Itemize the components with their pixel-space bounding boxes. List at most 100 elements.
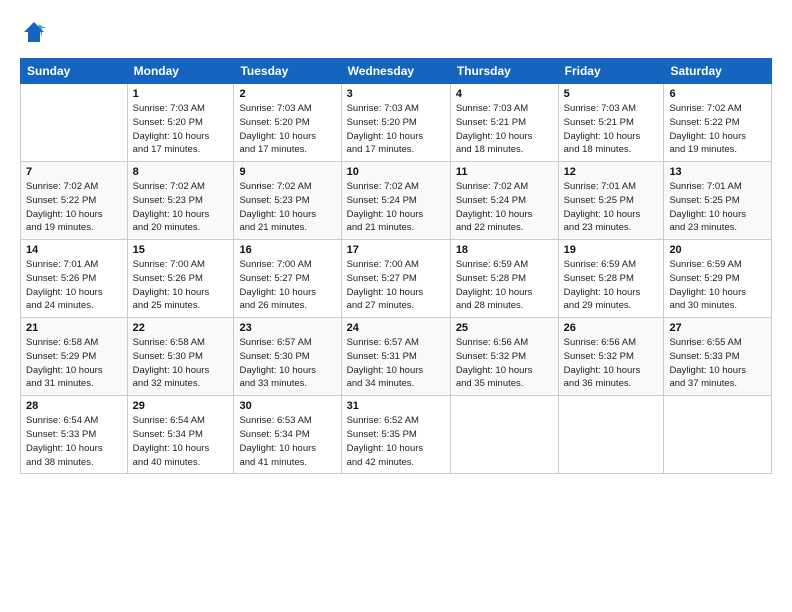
calendar-cell: 8 Sunrise: 7:02 AMSunset: 5:23 PMDaylight…: [127, 162, 234, 240]
day-info: Sunrise: 6:54 AMSunset: 5:33 PMDaylight:…: [26, 414, 122, 469]
day-number: 25: [456, 322, 553, 334]
day-info: Sunrise: 7:02 AMSunset: 5:22 PMDaylight:…: [26, 180, 122, 235]
calendar-cell: 17Sunrise: 7:00 AMSunset: 5:27 PMDayligh…: [341, 240, 450, 318]
day-number: 12: [564, 166, 659, 178]
calendar-cell: 31 Sunrise: 6:52 AMSunset: 5:35 PMDayligh…: [341, 396, 450, 474]
day-number: 14: [26, 244, 122, 256]
day-info: Sunrise: 6:55 AMSunset: 5:33 PMDaylight:…: [669, 336, 766, 391]
day-number: 30: [239, 400, 335, 412]
day-info: Sunrise: 7:03 AMSunset: 5:20 PMDaylight:…: [347, 102, 445, 157]
day-info: Sunrise: 7:02 AMSunset: 5:24 PMDaylight:…: [347, 180, 445, 235]
day-number: 13: [669, 166, 766, 178]
day-number: 4: [456, 88, 553, 100]
calendar-cell: 6Sunrise: 7:02 AMSunset: 5:22 PMDaylight…: [664, 84, 772, 162]
day-info: Sunrise: 7:03 AMSunset: 5:20 PMDaylight:…: [133, 102, 229, 157]
day-info: Sunrise: 7:03 AMSunset: 5:21 PMDaylight:…: [564, 102, 659, 157]
day-number: 24: [347, 322, 445, 334]
calendar-cell: 12 Sunrise: 7:01 AMSunset: 5:25 PMDayligh…: [558, 162, 664, 240]
calendar-week-row: 21Sunrise: 6:58 AMSunset: 5:29 PMDayligh…: [21, 318, 772, 396]
day-number: 15: [133, 244, 229, 256]
day-number: 11: [456, 166, 553, 178]
calendar-cell: 13 Sunrise: 7:01 AMSunset: 5:25 PMDayligh…: [664, 162, 772, 240]
day-number: 19: [564, 244, 659, 256]
day-info: Sunrise: 7:01 AMSunset: 5:25 PMDaylight:…: [564, 180, 659, 235]
day-number: 8: [133, 166, 229, 178]
day-info: Sunrise: 6:59 AMSunset: 5:28 PMDaylight:…: [564, 258, 659, 313]
calendar-cell: 15 Sunrise: 7:00 AMSunset: 5:26 PMDayligh…: [127, 240, 234, 318]
day-number: 18: [456, 244, 553, 256]
calendar-cell: [558, 396, 664, 474]
day-info: Sunrise: 7:00 AMSunset: 5:27 PMDaylight:…: [239, 258, 335, 313]
calendar-cell: 26Sunrise: 6:56 AMSunset: 5:32 PMDayligh…: [558, 318, 664, 396]
calendar-cell: 28 Sunrise: 6:54 AMSunset: 5:33 PMDayligh…: [21, 396, 128, 474]
day-info: Sunrise: 6:59 AMSunset: 5:28 PMDaylight:…: [456, 258, 553, 313]
calendar-cell: 29 Sunrise: 6:54 AMSunset: 5:34 PMDayligh…: [127, 396, 234, 474]
weekday-header-tuesday: Tuesday: [234, 59, 341, 84]
logo: [20, 18, 50, 46]
day-info: Sunrise: 7:00 AMSunset: 5:26 PMDaylight:…: [133, 258, 229, 313]
calendar-cell: 7 Sunrise: 7:02 AMSunset: 5:22 PMDaylight…: [21, 162, 128, 240]
weekday-header-row: SundayMondayTuesdayWednesdayThursdayFrid…: [21, 59, 772, 84]
day-info: Sunrise: 6:57 AMSunset: 5:30 PMDaylight:…: [239, 336, 335, 391]
calendar-cell: [664, 396, 772, 474]
day-info: Sunrise: 6:52 AMSunset: 5:35 PMDaylight:…: [347, 414, 445, 469]
calendar-cell: 11 Sunrise: 7:02 AMSunset: 5:24 PMDayligh…: [450, 162, 558, 240]
header: [20, 18, 772, 46]
day-number: 2: [239, 88, 335, 100]
day-info: Sunrise: 6:53 AMSunset: 5:34 PMDaylight:…: [239, 414, 335, 469]
day-info: Sunrise: 7:03 AMSunset: 5:20 PMDaylight:…: [239, 102, 335, 157]
calendar-cell: 25Sunrise: 6:56 AMSunset: 5:32 PMDayligh…: [450, 318, 558, 396]
calendar-cell: 20Sunrise: 6:59 AMSunset: 5:29 PMDayligh…: [664, 240, 772, 318]
day-info: Sunrise: 6:59 AMSunset: 5:29 PMDaylight:…: [669, 258, 766, 313]
day-number: 7: [26, 166, 122, 178]
day-info: Sunrise: 7:01 AMSunset: 5:26 PMDaylight:…: [26, 258, 122, 313]
calendar-cell: 24Sunrise: 6:57 AMSunset: 5:31 PMDayligh…: [341, 318, 450, 396]
day-number: 22: [133, 322, 229, 334]
calendar-cell: [450, 396, 558, 474]
day-info: Sunrise: 6:58 AMSunset: 5:30 PMDaylight:…: [133, 336, 229, 391]
calendar-cell: 4Sunrise: 7:03 AMSunset: 5:21 PMDaylight…: [450, 84, 558, 162]
calendar-cell: 22 Sunrise: 6:58 AMSunset: 5:30 PMDayligh…: [127, 318, 234, 396]
day-info: Sunrise: 7:02 AMSunset: 5:23 PMDaylight:…: [133, 180, 229, 235]
calendar-week-row: 7 Sunrise: 7:02 AMSunset: 5:22 PMDaylight…: [21, 162, 772, 240]
calendar-cell: 10 Sunrise: 7:02 AMSunset: 5:24 PMDayligh…: [341, 162, 450, 240]
day-info: Sunrise: 7:02 AMSunset: 5:24 PMDaylight:…: [456, 180, 553, 235]
calendar-week-row: 1 Sunrise: 7:03 AMSunset: 5:20 PMDaylight…: [21, 84, 772, 162]
weekday-header-saturday: Saturday: [664, 59, 772, 84]
calendar-cell: 5 Sunrise: 7:03 AMSunset: 5:21 PMDaylight…: [558, 84, 664, 162]
day-info: Sunrise: 7:00 AMSunset: 5:27 PMDaylight:…: [347, 258, 445, 313]
calendar-cell: 21Sunrise: 6:58 AMSunset: 5:29 PMDayligh…: [21, 318, 128, 396]
day-number: 1: [133, 88, 229, 100]
day-info: Sunrise: 7:02 AMSunset: 5:22 PMDaylight:…: [669, 102, 766, 157]
calendar-cell: [21, 84, 128, 162]
logo-icon: [20, 18, 48, 46]
page: SundayMondayTuesdayWednesdayThursdayFrid…: [0, 0, 792, 484]
day-number: 5: [564, 88, 659, 100]
day-info: Sunrise: 7:01 AMSunset: 5:25 PMDaylight:…: [669, 180, 766, 235]
day-number: 16: [239, 244, 335, 256]
calendar-cell: 19 Sunrise: 6:59 AMSunset: 5:28 PMDayligh…: [558, 240, 664, 318]
weekday-header-sunday: Sunday: [21, 59, 128, 84]
calendar-cell: 30 Sunrise: 6:53 AMSunset: 5:34 PMDayligh…: [234, 396, 341, 474]
day-info: Sunrise: 6:54 AMSunset: 5:34 PMDaylight:…: [133, 414, 229, 469]
calendar-week-row: 14 Sunrise: 7:01 AMSunset: 5:26 PMDayligh…: [21, 240, 772, 318]
weekday-header-wednesday: Wednesday: [341, 59, 450, 84]
day-number: 29: [133, 400, 229, 412]
calendar-cell: 3 Sunrise: 7:03 AMSunset: 5:20 PMDaylight…: [341, 84, 450, 162]
day-number: 3: [347, 88, 445, 100]
day-number: 27: [669, 322, 766, 334]
calendar-cell: 14 Sunrise: 7:01 AMSunset: 5:26 PMDayligh…: [21, 240, 128, 318]
calendar-cell: 27 Sunrise: 6:55 AMSunset: 5:33 PMDayligh…: [664, 318, 772, 396]
day-number: 28: [26, 400, 122, 412]
weekday-header-monday: Monday: [127, 59, 234, 84]
day-number: 31: [347, 400, 445, 412]
calendar-cell: 18 Sunrise: 6:59 AMSunset: 5:28 PMDayligh…: [450, 240, 558, 318]
calendar-cell: 2 Sunrise: 7:03 AMSunset: 5:20 PMDaylight…: [234, 84, 341, 162]
day-number: 26: [564, 322, 659, 334]
calendar-cell: 1 Sunrise: 7:03 AMSunset: 5:20 PMDaylight…: [127, 84, 234, 162]
day-number: 9: [239, 166, 335, 178]
day-number: 10: [347, 166, 445, 178]
day-number: 21: [26, 322, 122, 334]
weekday-header-friday: Friday: [558, 59, 664, 84]
day-number: 23: [239, 322, 335, 334]
